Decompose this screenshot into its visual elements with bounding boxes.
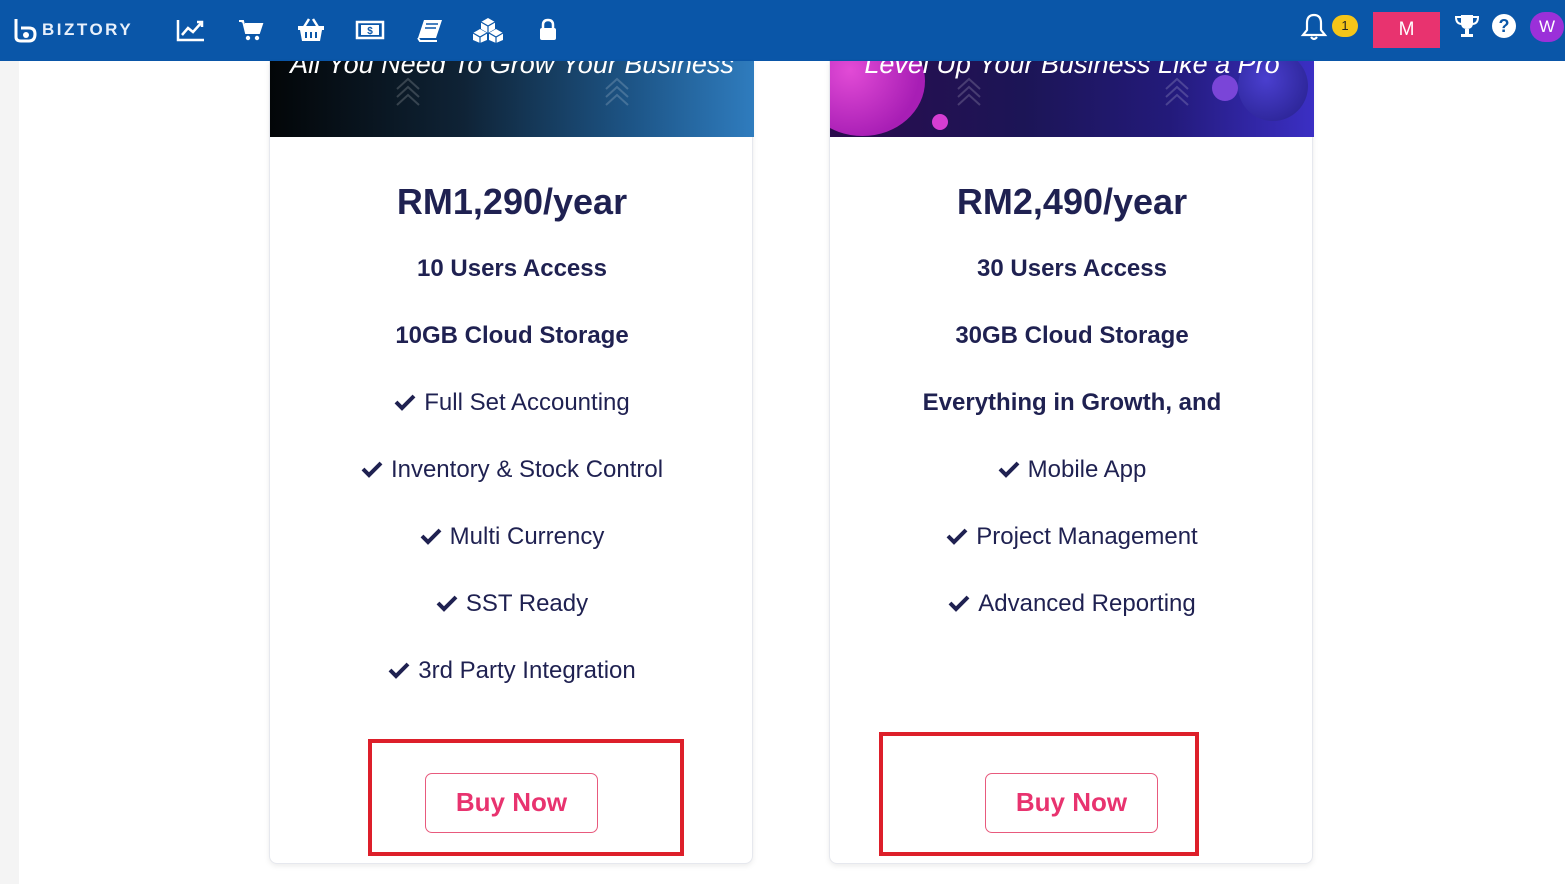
checkmark-icon	[998, 461, 1020, 478]
checkmark-icon	[420, 528, 442, 545]
help-icon[interactable]: ?	[1492, 14, 1516, 38]
feature-label: 30GB Cloud Storage	[955, 322, 1189, 349]
checkmark-icon	[436, 595, 458, 612]
feature-label: 10GB Cloud Storage	[395, 322, 629, 349]
feature-item: Full Set Accounting	[270, 389, 754, 417]
feature-label: 30 Users Access	[977, 255, 1167, 282]
plan-tagline: Level Up Your Business Like a Pro	[864, 61, 1280, 79]
money-bill-icon[interactable]: $	[354, 15, 386, 45]
feature-label: Everything in Growth, and	[922, 389, 1222, 416]
bell-icon[interactable]	[1300, 12, 1328, 42]
feature-item: 3rd Party Integration	[270, 657, 754, 685]
feature-label: Inventory & Stock Control	[390, 456, 664, 483]
notification-badge: 1	[1332, 15, 1358, 37]
checkmark-icon	[948, 595, 970, 612]
page-content	[19, 61, 1565, 884]
lock-icon[interactable]	[532, 15, 564, 45]
highlight-box	[879, 732, 1199, 856]
cart-icon[interactable]	[235, 15, 267, 45]
feature-item: Mobile App	[830, 456, 1314, 484]
user-menu-button[interactable]: M	[1373, 12, 1440, 48]
feature-item: Project Management	[830, 523, 1314, 551]
feature-item: Inventory & Stock Control	[270, 456, 754, 484]
feature-label: 10 Users Access	[417, 255, 607, 282]
decorative-blob	[932, 114, 948, 130]
brand-logo[interactable]: BIZTORY	[12, 16, 133, 44]
trophy-icon[interactable]	[1454, 13, 1480, 39]
plan-banner: Level Up Your Business Like a Pro	[830, 61, 1314, 137]
feature-item: 30 Users Access	[830, 255, 1314, 283]
checkmark-icon	[394, 394, 416, 411]
basket-icon[interactable]	[295, 15, 327, 45]
feature-item: SST Ready	[270, 590, 754, 618]
feature-item: Advanced Reporting	[830, 590, 1314, 618]
biztory-logo-icon	[14, 19, 37, 43]
book-icon[interactable]	[414, 15, 446, 45]
user-avatar[interactable]: W	[1530, 12, 1564, 42]
plan-banner: All You Need To Grow Your Business	[270, 61, 754, 137]
highlight-box	[368, 739, 684, 856]
checkmark-icon	[388, 662, 410, 679]
plan-price: RM2,490/year	[956, 181, 1188, 222]
feature-item: 30GB Cloud Storage	[830, 322, 1314, 350]
feature-label: Full Set Accounting	[424, 389, 630, 416]
feature-item: 10GB Cloud Storage	[270, 322, 754, 350]
feature-label: 3rd Party Integration	[418, 657, 636, 684]
feature-item: 10 Users Access	[270, 255, 754, 283]
sales-chart-icon[interactable]	[175, 15, 207, 45]
feature-label: Multi Currency	[449, 523, 605, 550]
plan-price: RM1,290/year	[396, 181, 628, 222]
checkmark-icon	[361, 461, 383, 478]
top-navbar: BIZTORY $ 1 M ? W	[0, 0, 1565, 61]
feature-label: SST Ready	[465, 590, 589, 617]
feature-label: Mobile App	[1027, 456, 1147, 483]
feature-item: Multi Currency	[270, 523, 754, 551]
feature-label: Project Management	[976, 523, 1198, 550]
feature-item: Everything in Growth, and	[830, 389, 1314, 417]
checkmark-icon	[946, 528, 968, 545]
cubes-icon[interactable]	[472, 15, 504, 45]
plan-tagline: All You Need To Grow Your Business	[290, 61, 734, 79]
feature-label: Advanced Reporting	[978, 590, 1196, 617]
svg-text:$: $	[367, 26, 373, 37]
brand-name: BIZTORY	[42, 20, 134, 39]
